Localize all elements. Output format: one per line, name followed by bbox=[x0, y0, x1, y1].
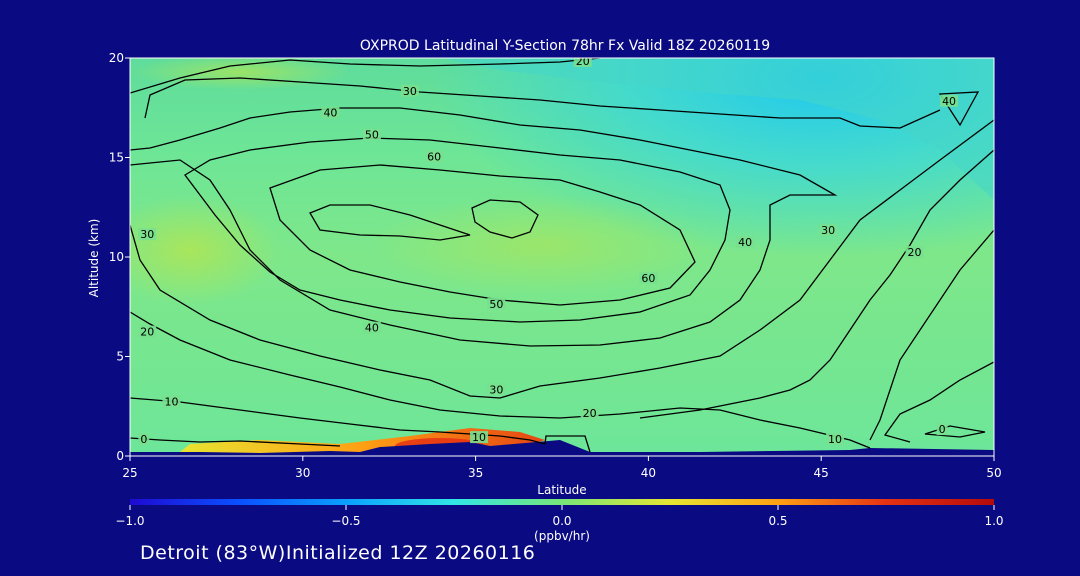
contour-label: 10 bbox=[472, 431, 486, 444]
contour-label: 60 bbox=[641, 272, 655, 285]
contour-label: 10 bbox=[828, 433, 842, 446]
x-axis: 25 30 35 40 45 50 bbox=[122, 456, 1002, 480]
contour-label: 20 bbox=[908, 246, 922, 259]
x-tick-label: 50 bbox=[986, 466, 1001, 480]
contour-label: 40 bbox=[365, 322, 379, 335]
x-tick-label: 30 bbox=[295, 466, 310, 480]
contour-label: 40 bbox=[738, 236, 752, 249]
contour-label: 20 bbox=[140, 326, 154, 339]
y-tick-label: 0 bbox=[116, 449, 124, 463]
contour-label: 40 bbox=[942, 95, 956, 108]
plot-area: 20 30 40 50 60 60 50 40 30 20 10 0 10 20 30 40 30 20 10 0 40 bbox=[130, 55, 994, 456]
contour-label: 50 bbox=[489, 298, 503, 311]
contour-label: 30 bbox=[821, 224, 835, 237]
contour-label: 10 bbox=[164, 395, 178, 408]
x-axis-label: Latitude bbox=[537, 483, 586, 497]
field-yellow-patch-top bbox=[130, 58, 350, 90]
field-yellow-patch-left bbox=[130, 195, 280, 305]
footer-caption: Detroit (83°W)Initialized 12Z 20260116 bbox=[140, 542, 536, 564]
contour-label: 30 bbox=[140, 228, 154, 241]
colorbar: −1.0 −0.5 0.0 0.5 1.0 (ppbv/hr) bbox=[115, 499, 1004, 543]
chart: OXPROD Latitudinal Y-Section 78hr Fx Val… bbox=[87, 38, 1004, 543]
x-tick-label: 40 bbox=[641, 466, 656, 480]
contour-label: 30 bbox=[489, 383, 503, 396]
y-axis-label: Altitude (km) bbox=[87, 219, 101, 298]
contour-label: 40 bbox=[323, 107, 337, 120]
chart-title: OXPROD Latitudinal Y-Section 78hr Fx Val… bbox=[360, 38, 770, 54]
y-axis: 0 5 10 15 20 bbox=[109, 51, 130, 463]
y-tick-label: 15 bbox=[109, 151, 124, 165]
y-tick-label: 20 bbox=[109, 51, 124, 65]
colorbar-tick-label: 0.0 bbox=[552, 514, 571, 528]
contour-label: 20 bbox=[583, 407, 597, 420]
x-tick-label: 25 bbox=[122, 466, 137, 480]
field-yellow-patch-core bbox=[370, 195, 710, 295]
colorbar-tick-label: 0.5 bbox=[768, 514, 787, 528]
y-tick-label: 10 bbox=[109, 250, 124, 264]
contour-label: 30 bbox=[403, 85, 417, 98]
contour-label: 0 bbox=[939, 423, 946, 436]
x-tick-label: 45 bbox=[814, 466, 829, 480]
colorbar-label: (ppbv/hr) bbox=[534, 529, 590, 543]
contour-label: 60 bbox=[427, 151, 441, 164]
colorbar-ticks: −1.0 −0.5 0.0 0.5 1.0 bbox=[115, 505, 1004, 528]
colorbar-tick-label: −1.0 bbox=[115, 514, 144, 528]
colorbar-strip bbox=[130, 499, 994, 505]
colorbar-tick-label: −0.5 bbox=[331, 514, 360, 528]
contour-label: 50 bbox=[365, 129, 379, 142]
contour-label: 0 bbox=[140, 433, 147, 446]
colorbar-tick-label: 1.0 bbox=[984, 514, 1003, 528]
y-tick-label: 5 bbox=[116, 350, 124, 364]
contour-label: 20 bbox=[576, 55, 590, 68]
x-tick-label: 35 bbox=[468, 466, 483, 480]
